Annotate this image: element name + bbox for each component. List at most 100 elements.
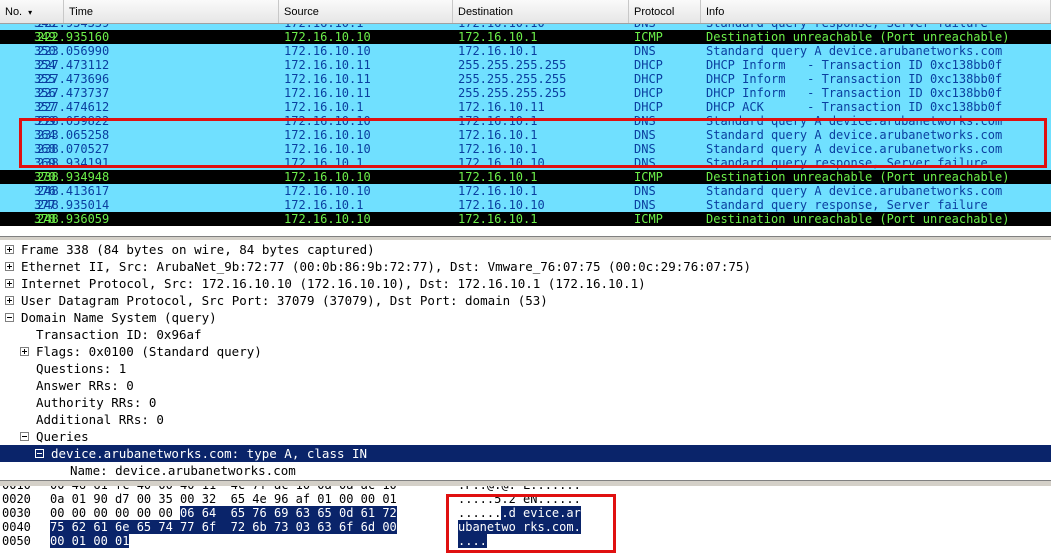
tree-node[interactable]: Queries — [0, 428, 1051, 445]
hex-bytes[interactable]: 75 62 61 6e 65 74 77 6f 72 6b 73 03 63 6… — [50, 520, 397, 534]
tree-node[interactable]: Name: device.arubanetworks.com — [0, 462, 1051, 479]
packet-dst: 172.16.10.1 — [458, 128, 538, 142]
packet-row[interactable]: 359 228.059822 172.16.10.10 172.16.10.1 DNS S… — [0, 114, 1051, 128]
packet-info: Standard query response, Server failure — [706, 198, 988, 212]
packet-time: 248.935014 — [37, 198, 110, 212]
expand-icon[interactable] — [5, 279, 14, 288]
packet-row[interactable]: 356 227.473737 172.16.10.11 255.255.255.255… — [0, 86, 1051, 100]
expand-icon[interactable] — [5, 245, 14, 254]
hex-ascii-group: .....5.2 eN...... — [458, 492, 581, 506]
tree-node-label: Ethernet II, Src: ArubaNet_9b:72:77 (00:… — [21, 259, 751, 274]
column-header-time[interactable]: Time — [64, 0, 279, 23]
tree-node[interactable]: Transaction ID: 0x96af — [0, 326, 1051, 343]
packet-info: Standard query A device.arubanetworks.co… — [706, 184, 1003, 198]
expand-icon[interactable] — [5, 296, 14, 305]
packet-proto: DNS — [634, 128, 656, 142]
packet-info: Standard query A device.arubanetworks.co… — [706, 128, 1003, 142]
column-header-source[interactable]: Source — [279, 0, 453, 23]
packet-row[interactable]: 355 227.473696 172.16.10.11 255.255.255.255… — [0, 72, 1051, 86]
packet-src: 172.16.10.11 — [284, 58, 371, 72]
packet-time: 248.413617 — [37, 184, 110, 198]
column-header-label: No. — [5, 6, 23, 18]
packet-proto: ICMP — [634, 170, 663, 184]
collapse-icon[interactable] — [5, 313, 14, 322]
tree-node-label: device.arubanetworks.com: type A, class … — [51, 446, 368, 461]
expand-icon[interactable] — [5, 262, 14, 271]
column-header-label: Info — [706, 6, 725, 18]
packet-dst: 255.255.255.255 — [458, 86, 567, 100]
packet-row[interactable]: 369 238.934191 172.16.10.1 172.16.10.10 DNS S… — [0, 156, 1051, 170]
hex-ascii[interactable]: .....5.2 eN...... — [458, 493, 581, 506]
column-header-destination[interactable]: Destination — [453, 0, 629, 23]
packet-row[interactable]: 354 227.473112 172.16.10.11 255.255.255.255… — [0, 58, 1051, 72]
packet-row[interactable]: 357 227.474612 172.16.10.1 172.16.10.11 DHCP… — [0, 100, 1051, 114]
packet-proto: DNS — [634, 184, 656, 198]
packet-row[interactable]: 376 248.413617 172.16.10.10 172.16.10.1 DNS S… — [0, 184, 1051, 198]
column-header-no[interactable]: No. ▾ — [0, 0, 64, 23]
expand-icon[interactable] — [20, 347, 29, 356]
tree-node[interactable]: Flags: 0x0100 (Standard query) — [0, 343, 1051, 360]
column-header-protocol[interactable]: Protocol — [629, 0, 701, 23]
packet-list-header: No. ▾ Time Source Destination Protocol Info — [0, 0, 1051, 24]
packet-row[interactable]: 377 248.935014 172.16.10.1 172.16.10.10 DNS S… — [0, 198, 1051, 212]
packet-list-pane[interactable]: No. ▾ Time Source Destination Protocol Info 34… — [0, 0, 1051, 236]
packet-proto: DNS — [634, 44, 656, 58]
packet-row[interactable]: 364 233.065258 172.16.10.10 172.16.10.1 DNS S… — [0, 128, 1051, 142]
hex-byte-group: 00 01 00 01 — [50, 534, 130, 548]
packet-bytes-pane[interactable]: 001000 46 61 fc 40 00 40 11 4c 7f ac 10 … — [0, 486, 1051, 556]
packet-src: 172.16.10.1 — [284, 100, 364, 114]
hex-ascii[interactable]: .......d evice.ar — [458, 506, 581, 520]
packet-details-pane[interactable]: Frame 338 (84 bytes on wire, 84 bytes ca… — [0, 240, 1051, 480]
packet-row[interactable]: 370 238.934948 172.16.10.10 172.16.10.1 ICMP… — [0, 170, 1051, 184]
hex-bytes[interactable]: 0a 01 90 d7 00 35 00 32 65 4e 96 af 01 0… — [50, 493, 397, 506]
hex-bytes[interactable]: 00 01 00 01 — [50, 534, 130, 548]
packet-time: 238.934191 — [37, 156, 110, 170]
tree-node-label: Questions: 1 — [36, 361, 127, 376]
packet-row[interactable]: 378 248.936059 172.16.10.10 172.16.10.1 ICMP… — [0, 212, 1051, 226]
hex-byte-group: 0a 01 90 d7 00 35 00 32 65 4e 96 af 01 0… — [50, 492, 397, 506]
packet-dst: 172.16.10.1 — [458, 170, 538, 184]
packet-proto: DNS — [634, 142, 656, 156]
packet-proto: DHCP — [634, 86, 663, 100]
packet-info: DHCP Inform - Transaction ID 0xc138bb0f — [706, 58, 1003, 72]
packet-info: DHCP Inform - Transaction ID 0xc138bb0f — [706, 72, 1003, 86]
packet-dst: 172.16.10.10 — [458, 198, 545, 212]
tree-node[interactable]: Authority RRs: 0 — [0, 394, 1051, 411]
packet-row[interactable]: 350 223.056990 172.16.10.10 172.16.10.1 DNS S… — [0, 44, 1051, 58]
tree-node[interactable]: Ethernet II, Src: ArubaNet_9b:72:77 (00:… — [0, 258, 1051, 275]
packet-time: 238.934948 — [37, 170, 110, 184]
packet-src: 172.16.10.11 — [284, 72, 371, 86]
packet-time: 228.059822 — [37, 114, 110, 128]
tree-node[interactable]: Internet Protocol, Src: 172.16.10.10 (17… — [0, 275, 1051, 292]
tree-node[interactable]: Questions: 1 — [0, 360, 1051, 377]
hex-ascii[interactable]: .... — [458, 534, 487, 548]
tree-node[interactable]: device.arubanetworks.com: type A, class … — [0, 445, 1051, 462]
hex-offset: 0020 — [2, 492, 31, 506]
column-header-label: Source — [284, 6, 319, 18]
packet-src: 172.16.10.10 — [284, 30, 371, 44]
tree-node[interactable]: Frame 338 (84 bytes on wire, 84 bytes ca… — [0, 241, 1051, 258]
packet-row[interactable]: 349 222.935160 172.16.10.10 172.16.10.1 ICMP… — [0, 30, 1051, 44]
tree-node[interactable]: Answer RRs: 0 — [0, 377, 1051, 394]
packet-dst: 172.16.10.1 — [458, 30, 538, 44]
collapse-icon[interactable] — [35, 449, 44, 458]
packet-src: 172.16.10.10 — [284, 170, 371, 184]
tree-node[interactable]: Domain Name System (query) — [0, 309, 1051, 326]
packet-row[interactable]: 368 238.070527 172.16.10.10 172.16.10.1 DNS S… — [0, 142, 1051, 156]
tree-node-label: Queries — [36, 429, 89, 444]
packet-time: 227.473737 — [37, 86, 110, 100]
packet-dst: 172.16.10.11 — [458, 100, 545, 114]
packet-list-rows[interactable]: 348222.934339172.16.10.1172.16.10.10DNSS… — [0, 24, 1051, 236]
tree-node[interactable]: Additional RRs: 0 — [0, 411, 1051, 428]
packet-info: Standard query response, Server failure — [706, 156, 988, 170]
hex-ascii[interactable]: ubanetwo rks.com. — [458, 520, 581, 534]
packet-proto: DHCP — [634, 58, 663, 72]
packet-info: DHCP Inform - Transaction ID 0xc138bb0f — [706, 86, 1003, 100]
packet-proto: DHCP — [634, 72, 663, 86]
hex-offset: 0030 — [2, 506, 31, 520]
tree-node[interactable]: User Datagram Protocol, Src Port: 37079 … — [0, 292, 1051, 309]
hex-bytes[interactable]: 00 00 00 00 00 00 06 64 65 76 69 63 65 0… — [50, 506, 397, 520]
packet-time: 233.065258 — [37, 128, 110, 142]
column-header-info[interactable]: Info — [701, 0, 1051, 23]
collapse-icon[interactable] — [20, 432, 29, 441]
